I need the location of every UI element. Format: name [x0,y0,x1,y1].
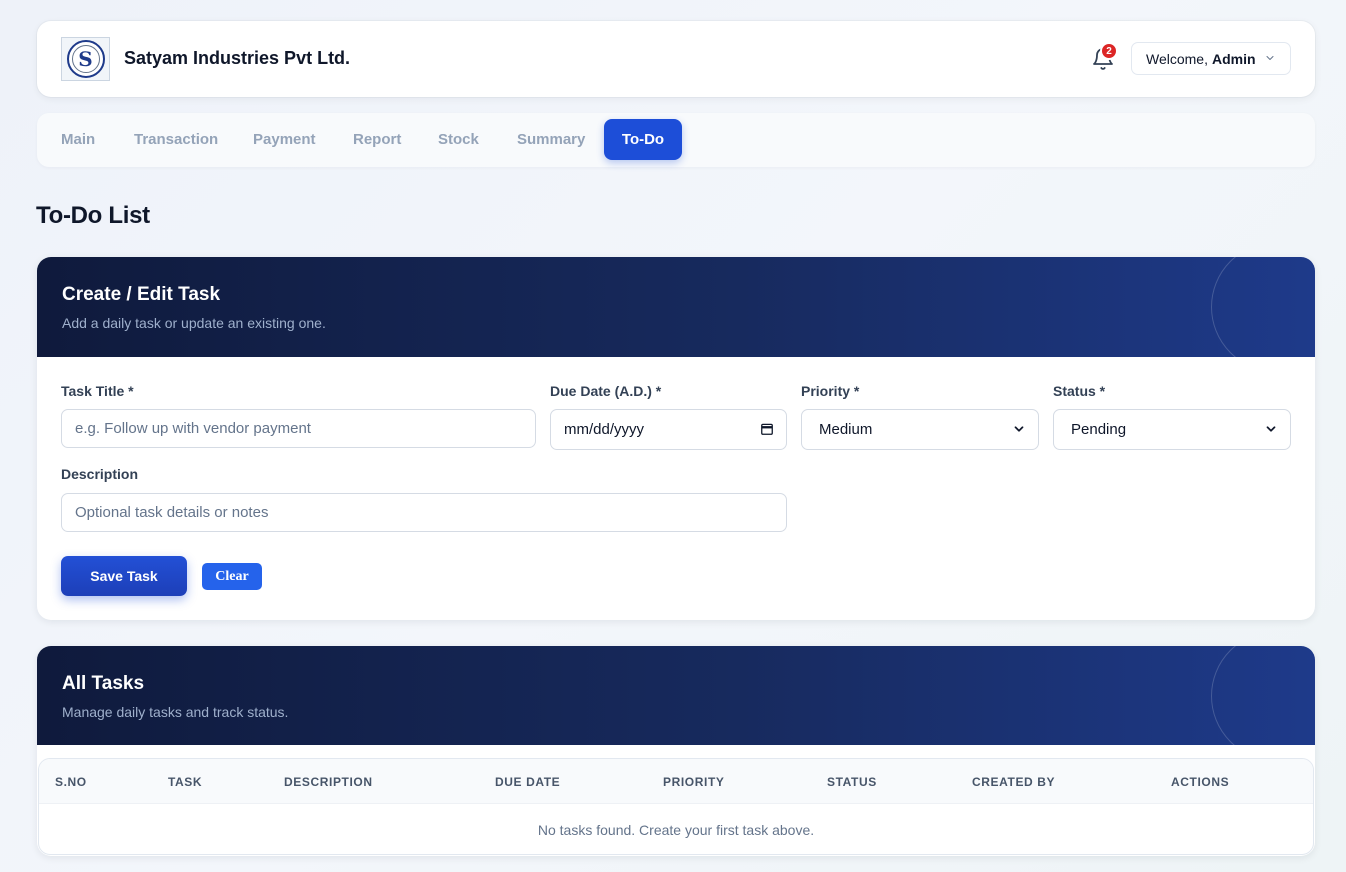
tasks-card: All Tasks Manage daily tasks and track s… [37,646,1315,856]
decorative-ring [1211,257,1315,357]
task-form-card: Create / Edit Task Add a daily task or u… [37,257,1315,620]
chevron-down-icon [1014,426,1024,432]
app-header: S Satyam Industries Pvt Ltd. 2 Welcome, … [37,21,1315,97]
page-title: To-Do List [36,202,150,229]
notification-badge[interactable]: 2 [1100,42,1118,60]
logo-s-icon: S [71,45,100,73]
card-title: Create / Edit Task [62,284,221,305]
column-header[interactable]: S.NO [55,775,87,789]
logo-emblem: S [66,40,105,78]
column-header[interactable]: DUE DATE [495,775,560,789]
chevron-down-icon [1266,56,1274,60]
card-subtitle: Manage daily tasks and track status. [62,704,289,720]
status-select[interactable]: Pending [1053,409,1291,450]
due-date-value: mm/dd/yyyy [564,421,645,438]
column-header[interactable]: TASK [168,775,202,789]
task-title-input[interactable]: e.g. Follow up with vendor payment [61,409,536,448]
column-header[interactable]: ACTIONS [1171,775,1229,789]
description-label: Description [61,466,139,482]
welcome-prefix: Welcome, [1146,50,1208,67]
priority-select[interactable]: Medium [801,409,1039,450]
tab-main[interactable]: Main [61,119,95,160]
description-input[interactable]: Optional task details or notes [61,493,787,532]
priority-label: Priority * [801,383,860,399]
empty-state-message: No tasks found. Create your first task a… [537,822,815,838]
table-header: S.NO TASK DESCRIPTION DUE DATE PRIORITY … [39,759,1313,804]
status-label: Status * [1053,383,1106,399]
tab-todo[interactable]: To-Do [604,119,682,160]
card-subtitle: Add a daily task or update an existing o… [62,315,326,331]
user-menu-button[interactable]: Welcome, Admin [1131,42,1291,75]
tab-report[interactable]: Report [353,119,401,160]
column-header[interactable]: STATUS [827,775,877,789]
user-name: Admin [1211,50,1256,67]
priority-value: Medium [819,421,873,438]
due-date-label: Due Date (A.D.) * [550,383,662,399]
tab-transaction[interactable]: Transaction [134,119,218,160]
card-header: Create / Edit Task Add a daily task or u… [37,257,1315,357]
company-logo[interactable]: S [61,37,110,81]
calendar-icon[interactable] [760,422,774,436]
main-nav: Main Transaction Payment Report Stock Su… [37,113,1315,167]
column-header[interactable]: DESCRIPTION [284,775,373,789]
decorative-ring [1211,646,1315,745]
task-title-label: Task Title * [61,383,134,399]
column-header[interactable]: PRIORITY [663,775,724,789]
status-value: Pending [1071,421,1127,438]
tab-payment[interactable]: Payment [253,119,316,160]
save-task-button[interactable]: Save Task [61,556,187,596]
card-title: All Tasks [62,673,145,694]
chevron-down-icon [1266,426,1276,432]
due-date-input[interactable]: mm/dd/yyyy [550,409,787,450]
company-name: Satyam Industries Pvt Ltd. [124,48,351,68]
column-header[interactable]: CREATED BY [972,775,1055,789]
tab-summary[interactable]: Summary [517,119,585,160]
tab-stock[interactable]: Stock [438,119,479,160]
tasks-table: S.NO TASK DESCRIPTION DUE DATE PRIORITY … [38,758,1314,855]
clear-button[interactable]: Clear [202,563,262,590]
card-header: All Tasks Manage daily tasks and track s… [37,646,1315,745]
